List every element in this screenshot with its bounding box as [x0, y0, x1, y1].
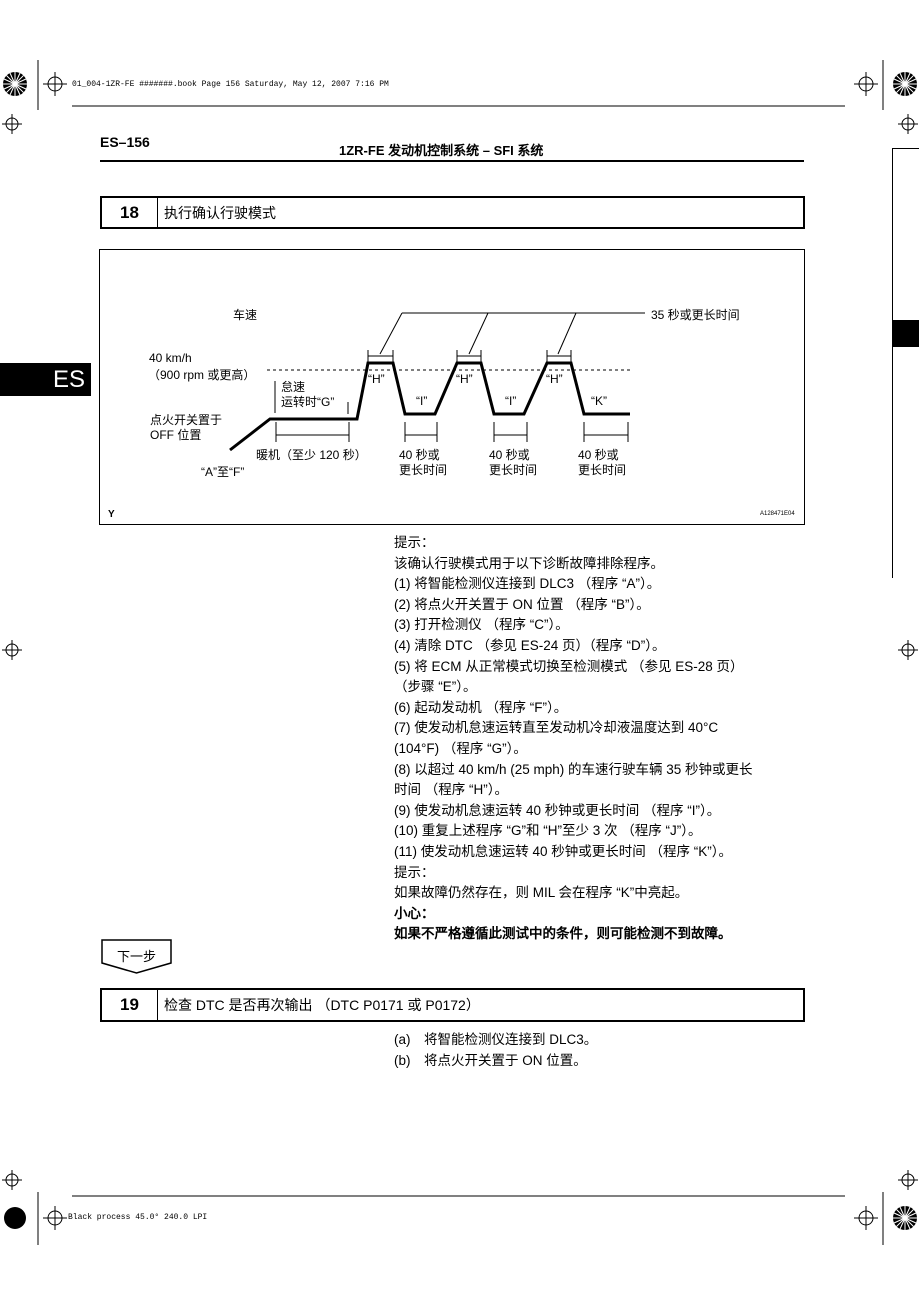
- hint-block: 提示： 该确认行驶模式用于以下诊断故障排除程序。 (1) 将智能检测仪连接到 D…: [394, 533, 753, 945]
- caution-text: 如果不严格遵循此测试中的条件，则可能检测不到故障。: [394, 926, 732, 942]
- label-warmup: 暖机（至少 120 秒）: [256, 448, 367, 462]
- hint-line: (9) 使发动机怠速运转 40 秒钟或更长时间 （程序 “I”）。: [394, 802, 721, 818]
- label-40s-b-1: 更长时间: [399, 463, 448, 477]
- next-step-label: 下一步: [116, 949, 156, 964]
- hint-line: 该确认行驶模式用于以下诊断故障排除程序。: [394, 555, 664, 571]
- hint2-label: 提示：: [394, 864, 435, 880]
- file-slug: 01_004-1ZR-FE #######.book Page 156 Satu…: [72, 80, 389, 89]
- step-19-box: 19 检查 DTC 是否再次输出 （DTC P0171 或 P0172）: [100, 988, 805, 1022]
- bottom-duration-markers: [275, 422, 629, 442]
- list-item: (b) 将点火开关置于 ON 位置。: [394, 1051, 597, 1072]
- page-number: ES–156: [100, 134, 150, 150]
- right-edge-tab: [892, 320, 919, 347]
- label-40s-b-3: 更长时间: [578, 463, 627, 477]
- step-number: 18: [102, 198, 158, 227]
- sunburst-mark-bottom-right: [893, 1206, 917, 1230]
- dot-mark-bottom-left: [4, 1207, 26, 1229]
- leader-lines: [379, 312, 645, 355]
- label-ignition-b: OFF 位置: [150, 428, 202, 442]
- hint-label: 提示：: [394, 535, 435, 550]
- label-rpm: （900 rpm 或更高）: [148, 368, 256, 382]
- label-35s: 35 秒或更长时间: [651, 308, 740, 322]
- label-i-1: “I”: [416, 394, 428, 408]
- label-i-2: “I”: [505, 394, 517, 408]
- label-a-to-f: “A”至“F”: [201, 465, 245, 479]
- right-edge-rule: [892, 148, 893, 578]
- label-h-1: “H”: [368, 372, 385, 386]
- item-text: 将点火开关置于 ON 位置。: [424, 1052, 587, 1068]
- hint-line: 时间 （程序 “H”）。: [394, 782, 508, 798]
- hint-line: (4) 清除 DTC （参见 ES-24 页）（程序 “D”）。: [394, 637, 666, 653]
- caution-label: 小心：: [394, 905, 435, 921]
- hint-line: （步骤 “E”）。: [394, 679, 477, 695]
- hint-line: (10) 重复上述程序 “G”和 “H”至少 3 次 （程序 “J”）。: [394, 823, 702, 839]
- label-40kmh: 40 km/h: [149, 351, 192, 365]
- item-label: (a): [394, 1032, 411, 1047]
- page-title: 1ZR-FE 发动机控制系统 – SFI 系统: [339, 143, 544, 158]
- section-tab-es: ES: [0, 363, 91, 396]
- hint-line: (11) 使发动机怠速运转 40 秒钟或更长时间 （程序 “K”）。: [394, 843, 733, 859]
- label-40s-b-2: 更长时间: [489, 463, 538, 477]
- item-text: 将智能检测仪连接到 DLC3。: [424, 1032, 598, 1047]
- hint-line: (104°F) （程序 “G”）。: [394, 740, 527, 756]
- right-edge-tick: [892, 148, 919, 149]
- hint-line: (6) 起动发动机 （程序 “F”）。: [394, 699, 568, 715]
- step-number: 19: [102, 990, 158, 1020]
- figure-corner-letter: Y: [108, 509, 115, 520]
- hint-line: (1) 将智能检测仪连接到 DLC3 （程序 “A”）。: [394, 576, 661, 592]
- drive-pattern-figure: 车速 35 秒或更长时间 40 km/h （900 rpm 或更高） 怠速 运转…: [99, 249, 805, 525]
- drive-pattern-svg: [229, 312, 645, 452]
- step-title: 执行确认行驶模式: [164, 204, 276, 221]
- item-label: (b): [394, 1052, 411, 1068]
- step-title: 检查 DTC 是否再次输出 （DTC P0171 或 P0172）: [164, 997, 480, 1013]
- hint2-text: 如果故障仍然存在，则 MIL 会在程序 “K”中亮起。: [394, 885, 689, 901]
- hint-line: (7) 使发动机怠速运转直至发动机冷却液温度达到 40°C: [394, 720, 719, 736]
- next-step-button[interactable]: 下一步: [101, 939, 172, 974]
- hint-line: (2) 将点火开关置于 ON 位置 （程序 “B”）。: [394, 596, 650, 612]
- figure-id: A128471E04: [760, 511, 795, 517]
- header-rule: [100, 160, 804, 162]
- label-k: “K”: [591, 394, 607, 408]
- label-speed: 车速: [233, 308, 258, 322]
- list-item: (a) 将智能检测仪连接到 DLC3。: [394, 1030, 597, 1051]
- sunburst-mark-top-right: [893, 72, 917, 96]
- hint-line: (3) 打开检测仪 （程序 “C”）。: [394, 617, 569, 633]
- sunburst-mark-top-left: [3, 72, 27, 96]
- label-h-3: “H”: [546, 372, 563, 386]
- footer-slug: Black process 45.0° 240.0 LPI: [68, 1213, 208, 1222]
- step-18-box: 18 执行确认行驶模式: [100, 196, 805, 229]
- label-idle-b: 运转时“G”: [281, 395, 335, 409]
- step-19-items: (a) 将智能检测仪连接到 DLC3。 (b) 将点火开关置于 ON 位置。: [394, 1030, 597, 1071]
- hint-line: (8) 以超过 40 km/h (25 mph) 的车速行驶车辆 35 秒钟或更…: [394, 761, 753, 777]
- hint-line: (5) 将 ECM 从正常模式切换至检测模式 （参见 ES-28 页）: [394, 658, 744, 674]
- label-h-2: “H”: [456, 372, 473, 386]
